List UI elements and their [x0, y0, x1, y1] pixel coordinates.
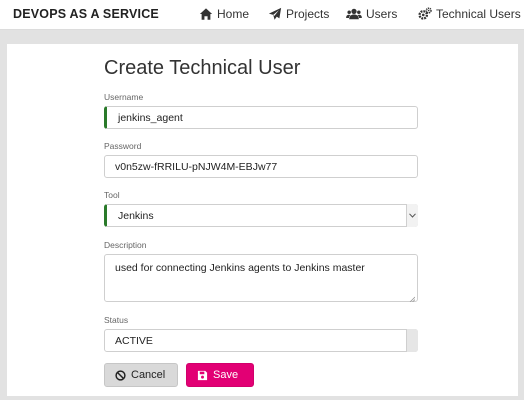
- cancel-button-label: Cancel: [131, 369, 166, 381]
- nav-home-label: Home: [217, 7, 250, 21]
- tool-value: Jenkins: [118, 209, 154, 222]
- users-icon: [346, 7, 362, 21]
- password-value: v0n5zw-fRRILU-pNJW4M-EBJw77: [115, 160, 278, 173]
- page-title: Create Technical User: [104, 57, 301, 79]
- save-button-label: Save: [213, 369, 239, 381]
- tool-label: Tool: [104, 190, 120, 200]
- username-value: jenkins_agent: [118, 111, 183, 124]
- nav-projects-label: Projects: [286, 7, 330, 21]
- status-value: ACTIVE: [115, 334, 153, 347]
- description-value: used for connecting Jenkins agents to Je…: [115, 262, 365, 274]
- nav-technical-users[interactable]: Technical Users: [418, 6, 521, 22]
- resize-handle-icon[interactable]: [409, 293, 416, 303]
- floppy-disk-icon: [197, 370, 208, 380]
- home-icon: [199, 7, 213, 21]
- status-chevron-down-icon[interactable]: [406, 329, 418, 352]
- tool-select[interactable]: Jenkins: [104, 204, 418, 227]
- nav-technical-users-label: Technical Users: [436, 7, 521, 21]
- status-label: Status: [104, 315, 129, 325]
- cancel-button[interactable]: Cancel: [104, 363, 178, 387]
- nav-users[interactable]: Users: [346, 6, 397, 22]
- tool-chevron-down-icon[interactable]: [406, 204, 418, 227]
- description-textarea[interactable]: used for connecting Jenkins agents to Je…: [104, 254, 418, 303]
- ban-icon: [115, 369, 126, 381]
- nav-users-label: Users: [366, 7, 398, 21]
- password-label: Password: [104, 141, 142, 151]
- nav-projects[interactable]: Projects: [268, 6, 329, 22]
- save-button[interactable]: Save: [186, 363, 254, 387]
- description-label: Description: [104, 240, 147, 250]
- brand-title[interactable]: DEVOPS AS A SERVICE: [13, 7, 159, 21]
- paper-plane-icon: [268, 7, 282, 21]
- username-label: Username: [104, 92, 144, 102]
- cogs-icon: [418, 7, 432, 21]
- password-input[interactable]: v0n5zw-fRRILU-pNJW4M-EBJw77: [104, 155, 418, 178]
- username-input[interactable]: jenkins_agent: [104, 106, 418, 129]
- nav-home[interactable]: Home: [199, 6, 249, 22]
- status-select[interactable]: ACTIVE: [104, 329, 418, 352]
- top-navbar: DEVOPS AS A SERVICE Home Projects Users …: [0, 0, 524, 30]
